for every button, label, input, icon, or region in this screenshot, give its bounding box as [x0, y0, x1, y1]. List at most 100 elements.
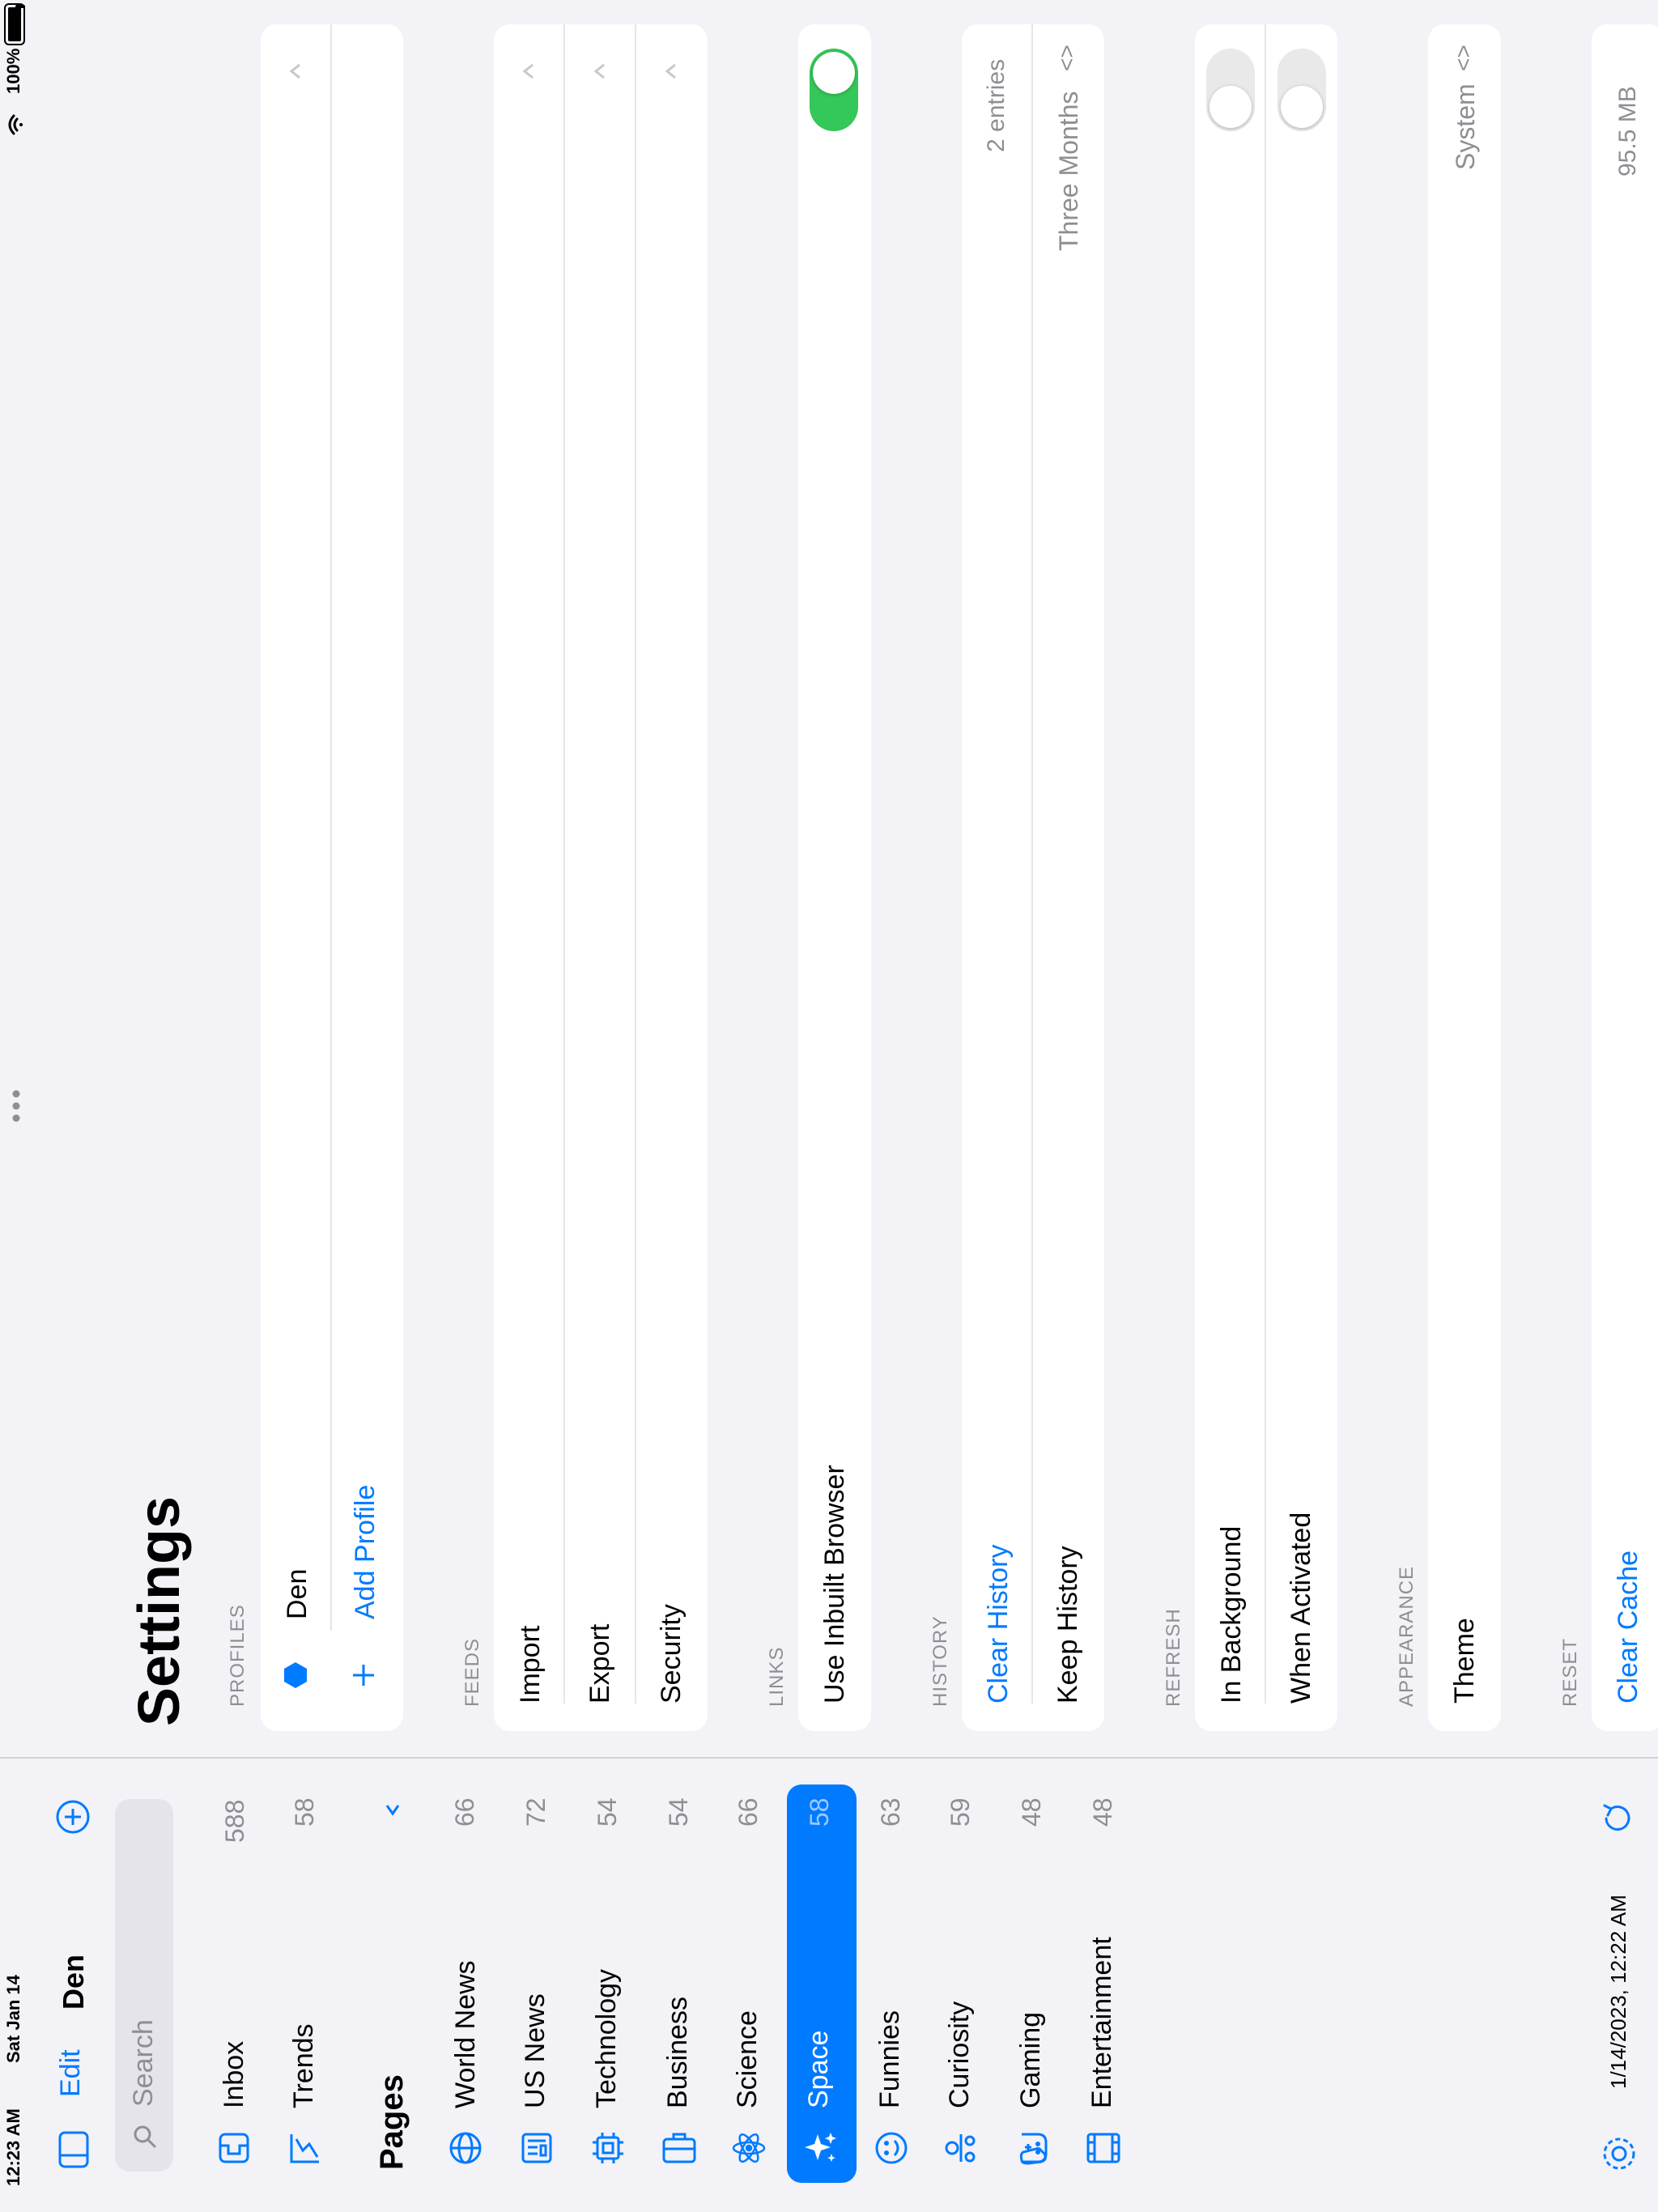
status-time: 12:23 AM: [3, 2108, 23, 2186]
sparkles-icon: [805, 2133, 836, 2162]
page-title: Settings: [127, 1495, 192, 1726]
curiosity-icon: [945, 2134, 976, 2163]
sidebar-item-label: US News: [520, 1993, 551, 2108]
feeds-export-label: Export: [585, 1623, 615, 1704]
newspaper-icon: [521, 2133, 552, 2163]
sidebar-item-label: Technology: [591, 1968, 622, 2108]
search-icon: [134, 2125, 156, 2148]
in-background-toggle[interactable]: [1206, 49, 1255, 131]
sidebar-item-count: 63: [876, 1797, 905, 1827]
trends-icon: [290, 2134, 319, 2163]
chip-icon: [593, 2133, 623, 2163]
use-inbuilt-browser-label: Use Inbuilt Browser: [819, 1465, 850, 1704]
inbox-icon: [219, 2133, 249, 2163]
sidebar-item-count: 58: [805, 1797, 834, 1827]
sidebar-item-label: Entertainment: [1086, 1937, 1117, 2108]
when-activated-label: When Activated: [1286, 1512, 1316, 1704]
section-label-refresh: REFRESH: [1163, 1608, 1184, 1707]
add-profile-button[interactable]: Add Profile: [350, 1485, 381, 1619]
feeds-security-label: Security: [656, 1604, 687, 1704]
search-input[interactable]: Search: [115, 1799, 173, 2172]
add-circle-icon[interactable]: [55, 1799, 91, 1835]
battery-percentage: 100%: [3, 48, 23, 94]
plus-icon: [353, 1665, 374, 1686]
section-label-appearance: APPEARANCE: [1396, 1565, 1418, 1707]
in-background-label: In Background: [1216, 1525, 1247, 1704]
sidebar-item-label: Science: [732, 2010, 763, 2108]
sidebar-item-count: 48: [1088, 1797, 1117, 1827]
clear-history-button[interactable]: Clear History: [983, 1545, 1014, 1704]
sidebar-item-label: Funnies: [874, 2010, 905, 2108]
sidebar-item-count: 54: [593, 1797, 622, 1827]
row-divider: [563, 24, 565, 1704]
profile-name: Den: [57, 1954, 90, 2010]
sidebar-item-label: Trends: [288, 2023, 319, 2108]
chevron-up-down-icon: <>: [1451, 45, 1476, 71]
when-activated-toggle[interactable]: [1278, 49, 1326, 131]
last-sync-timestamp: 1/14/2023, 12:22 AM: [1606, 1895, 1630, 2089]
sidebar-item-count: 66: [733, 1797, 763, 1827]
chevron-up-icon: [665, 63, 676, 79]
sidebar-item-label: Business: [662, 1997, 693, 2108]
row-divider: [1031, 24, 1033, 1704]
status-date: Sat Jan 14: [3, 1975, 23, 2063]
chevron-right-icon[interactable]: [380, 1797, 405, 1822]
history-card: Clear History 2 entries Keep History Thr…: [962, 24, 1104, 1731]
atom-icon: [732, 2133, 766, 2163]
links-card: Use Inbuilt Browser: [798, 24, 871, 1731]
profile-name: Den: [282, 1568, 312, 1619]
sidebar-item-label: Inbox: [219, 2040, 249, 2108]
more-dots-icon[interactable]: [11, 1089, 21, 1123]
reset-card: Clear Cache 95.5 MB: [1592, 24, 1658, 1731]
sidebar-item-label: Space: [803, 2030, 834, 2108]
sidebar-divider: [0, 1757, 1658, 1759]
feeds-import-label: Import: [515, 1625, 546, 1704]
sidebar-item-count: 59: [946, 1797, 975, 1827]
sidebar-toggle-icon[interactable]: [58, 2131, 89, 2168]
chevron-up-icon: [522, 63, 534, 79]
selected-row-highlight: [787, 1784, 857, 2183]
section-label-reset: RESET: [1559, 1637, 1581, 1707]
sidebar-item-count: 54: [664, 1797, 693, 1827]
refresh-icon[interactable]: [1598, 1799, 1637, 1838]
pages-heading: Pages: [374, 2074, 410, 2170]
use-inbuilt-browser-toggle[interactable]: [810, 49, 858, 131]
battery-icon: [4, 3, 25, 45]
cache-size: 95.5 MB: [1614, 86, 1641, 177]
clear-cache-button[interactable]: Clear Cache: [1613, 1551, 1644, 1704]
section-label-history: HISTORY: [929, 1615, 951, 1707]
row-divider: [635, 24, 636, 1704]
theme-label: Theme: [1449, 1618, 1480, 1704]
film-icon: [1086, 2133, 1120, 2163]
feeds-card: Import Export Security: [494, 24, 708, 1731]
profiles-card: Den Add Profile: [261, 24, 403, 1731]
history-entries-count: 2 entries: [983, 58, 1010, 152]
sidebar-item-count: 72: [521, 1797, 551, 1827]
keep-history-select[interactable]: Three Months: [1054, 91, 1084, 251]
sidebar-item-count: 588: [220, 1799, 249, 1843]
section-label-feeds: FEEDS: [461, 1637, 483, 1707]
gamecontroller-icon: [1019, 2133, 1048, 2165]
section-label-profiles: PROFILES: [227, 1604, 249, 1707]
section-label-links: LINKS: [766, 1646, 788, 1707]
refresh-card: In Background When Activated: [1195, 24, 1337, 1731]
chevron-up-icon: [289, 63, 300, 79]
sidebar-item-count: 58: [290, 1797, 319, 1827]
keep-history-label: Keep History: [1052, 1546, 1083, 1704]
chevron-up-down-icon: <>: [1054, 45, 1079, 71]
wifi-icon: [8, 114, 23, 135]
sidebar-item-label: Gaming: [1015, 2011, 1046, 2108]
sidebar-item-count: 66: [450, 1797, 479, 1827]
row-divider: [330, 24, 332, 1631]
globe-icon: [449, 2132, 482, 2164]
search-placeholder: Search: [128, 2019, 159, 2107]
sidebar-item-label: World News: [450, 1960, 481, 2108]
sidebar-item-label: Curiosity: [944, 2001, 975, 2108]
briefcase-icon: [662, 2133, 696, 2163]
smiley-icon: [875, 2132, 908, 2164]
theme-select[interactable]: System: [1451, 83, 1481, 170]
edit-button[interactable]: Edit: [55, 2049, 87, 2097]
gear-icon[interactable]: [1600, 2134, 1639, 2173]
chevron-up-icon: [593, 63, 605, 79]
profile-hexagon-icon: [284, 1662, 307, 1688]
